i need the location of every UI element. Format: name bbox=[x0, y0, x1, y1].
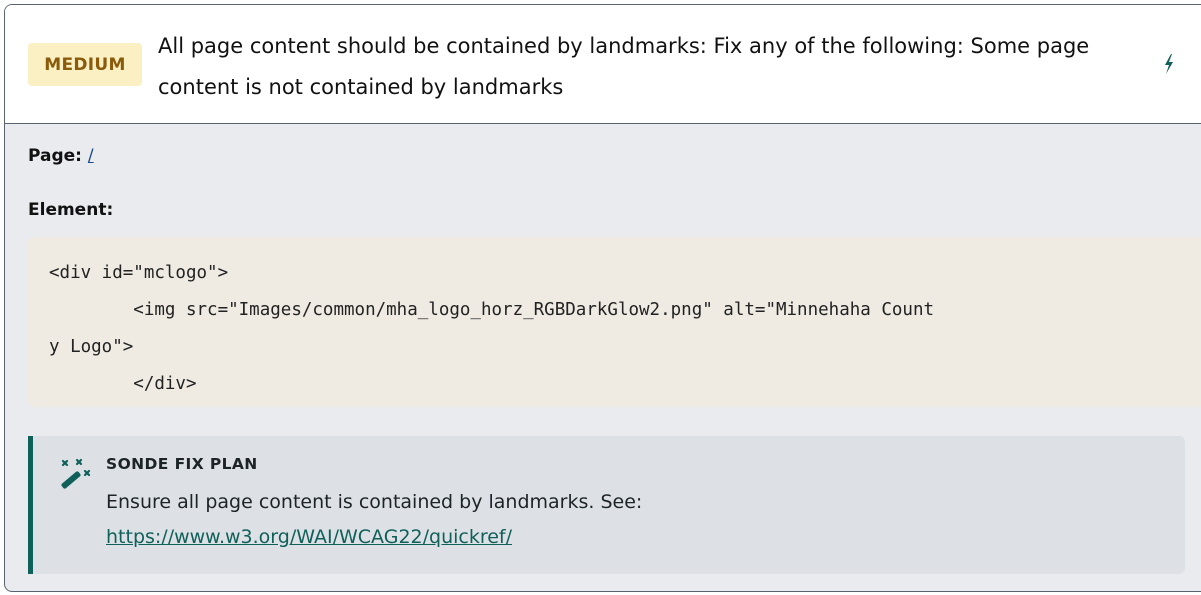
issue-title: All page content should be contained by … bbox=[158, 34, 1090, 99]
fix-plan-heading: SONDE FIX PLAN bbox=[106, 455, 258, 473]
fix-plan-link[interactable]: https://www.w3.org/WAI/WCAG22/quickref/ bbox=[106, 526, 512, 548]
page-row: Page: / bbox=[28, 146, 94, 166]
element-code-block: <div id="mclogo"> <img src="Images/commo… bbox=[28, 237, 1201, 407]
page-label: Page: bbox=[28, 146, 82, 166]
issue-card: MEDIUM All page content should be contai… bbox=[4, 4, 1201, 592]
element-label: Element: bbox=[28, 200, 114, 220]
severity-badge: MEDIUM bbox=[28, 43, 142, 86]
fix-plan-text: Ensure all page content is contained by … bbox=[106, 485, 1146, 555]
lightning-icon[interactable] bbox=[1161, 53, 1177, 75]
page-link[interactable]: / bbox=[88, 146, 94, 166]
magic-wand-icon bbox=[61, 458, 91, 489]
fix-plan-panel: SONDE FIX PLAN Ensure all page content i… bbox=[28, 436, 1185, 574]
issue-header[interactable]: MEDIUM All page content should be contai… bbox=[5, 5, 1201, 124]
fix-plan-description: Ensure all page content is contained by … bbox=[106, 491, 643, 513]
